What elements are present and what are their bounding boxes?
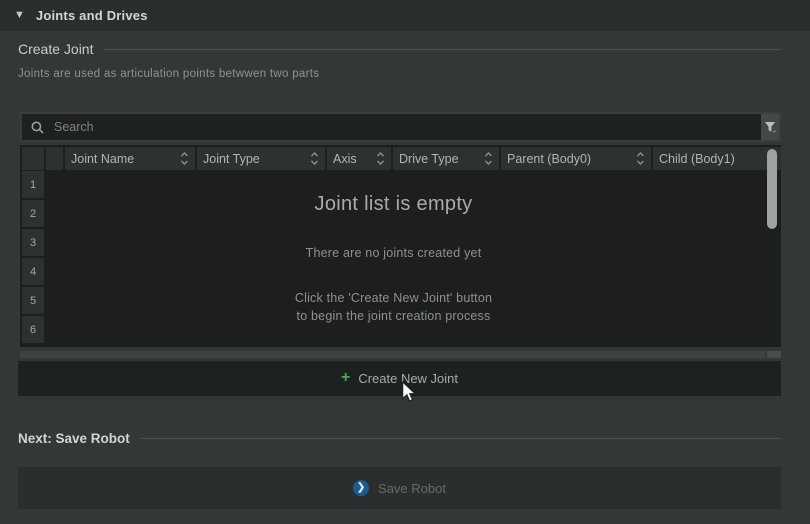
create-new-joint-button[interactable]: + Create New Joint: [18, 361, 781, 396]
empty-state-title: Joint list is empty: [20, 193, 767, 216]
sort-icon[interactable]: [780, 151, 781, 166]
search-input[interactable]: [52, 119, 761, 135]
horizontal-scrollbar-track[interactable]: [20, 351, 765, 358]
joint-table: Joint Name Joint Type Axis Drive Type Pa…: [20, 145, 781, 347]
create-new-joint-label: Create New Joint: [358, 371, 458, 386]
column-label: Joint Type: [203, 152, 260, 166]
selector-column-header: [46, 147, 63, 170]
sort-icon[interactable]: [480, 151, 493, 166]
save-robot-section-heading: Next: Save Robot: [18, 431, 781, 446]
empty-state-hint-line2: to begin the joint creation process: [20, 307, 767, 325]
sort-icon[interactable]: [372, 151, 385, 166]
column-header-drive-type[interactable]: Drive Type: [393, 147, 499, 170]
save-robot-button[interactable]: ❯ Save Robot: [18, 467, 781, 509]
filter-funnel-icon: [764, 121, 776, 133]
search-input-container[interactable]: [22, 114, 761, 140]
section-title: Create Joint: [18, 41, 93, 57]
section-description: Joints are used as articulation points b…: [18, 68, 319, 80]
sort-icon[interactable]: [306, 151, 319, 166]
empty-state-subtitle: There are no joints created yet: [20, 246, 767, 260]
search-bar: [20, 112, 781, 142]
plus-icon: +: [341, 370, 350, 386]
scrollbar-corner: [767, 351, 781, 358]
sort-icon[interactable]: [176, 151, 189, 166]
row-number-header: [22, 147, 44, 170]
column-header-axis[interactable]: Axis: [327, 147, 391, 170]
chevron-right-circle-icon: ❯: [353, 480, 369, 496]
create-joint-section-heading: Create Joint: [18, 41, 781, 57]
sort-icon[interactable]: [632, 151, 645, 166]
filter-button[interactable]: [761, 114, 779, 140]
joint-table-header-row: Joint Name Joint Type Axis Drive Type Pa…: [22, 147, 781, 170]
panel-header[interactable]: ▼ Joints and Drives: [0, 0, 810, 31]
row-number-cell[interactable]: 4: [22, 258, 44, 285]
save-robot-label: Save Robot: [378, 481, 446, 496]
section-title: Next: Save Robot: [18, 431, 130, 446]
collapse-triangle-icon[interactable]: ▼: [14, 10, 25, 21]
column-header-child-body1[interactable]: Child (Body1): [653, 147, 781, 170]
column-label: Axis: [333, 152, 357, 166]
column-label: Drive Type: [399, 152, 459, 166]
column-header-parent-body0[interactable]: Parent (Body0): [501, 147, 651, 170]
empty-state-hint: Click the 'Create New Joint' button to b…: [20, 289, 767, 325]
panel-title: Joints and Drives: [36, 8, 148, 23]
vertical-scrollbar-thumb[interactable]: [767, 149, 777, 229]
section-divider: [104, 49, 781, 50]
section-divider: [141, 438, 781, 439]
column-header-joint-type[interactable]: Joint Type: [197, 147, 325, 170]
search-icon: [31, 121, 44, 134]
chevron-glyph: ❯: [357, 483, 365, 493]
column-header-joint-name[interactable]: Joint Name: [65, 147, 195, 170]
column-label: Child (Body1): [659, 152, 735, 166]
column-label: Parent (Body0): [507, 152, 591, 166]
empty-state-hint-line1: Click the 'Create New Joint' button: [20, 289, 767, 307]
column-label: Joint Name: [71, 152, 134, 166]
